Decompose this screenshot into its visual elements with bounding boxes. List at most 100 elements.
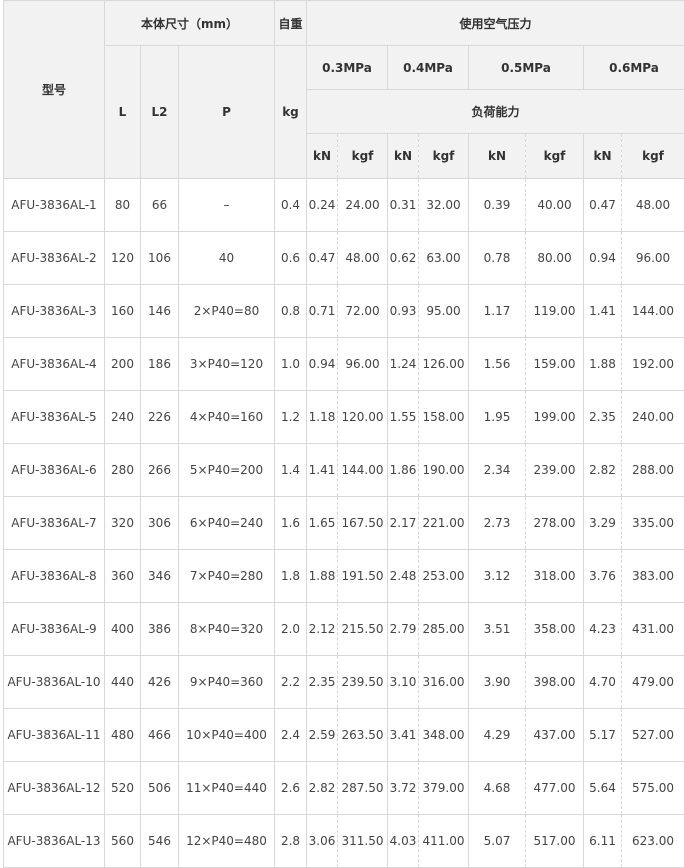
P-cell: 40 bbox=[179, 232, 275, 285]
load-kN-cell: 3.06 bbox=[307, 815, 338, 868]
L-cell: 200 bbox=[105, 338, 141, 391]
weight-cell: 1.0 bbox=[275, 338, 307, 391]
load-kN-cell: 2.35 bbox=[584, 391, 622, 444]
load-kgf-cell: 411.00 bbox=[419, 815, 469, 868]
spec-table: 型号 本体尺寸（mm） 自重 使用空气压力 L L2 P kg 0.3MPa 0… bbox=[3, 0, 684, 868]
load-kN-cell: 1.95 bbox=[469, 391, 526, 444]
header-unit-kgf: kgf bbox=[526, 134, 584, 179]
table-row: AFU-3836AL-94003868×P40=3202.02.12215.50… bbox=[4, 603, 684, 656]
load-kN-cell: 1.55 bbox=[388, 391, 419, 444]
L2-cell: 306 bbox=[141, 497, 179, 550]
P-cell: 9×P40=360 bbox=[179, 656, 275, 709]
header-pressure-0: 0.3MPa bbox=[307, 46, 388, 90]
load-kN-cell: 4.23 bbox=[584, 603, 622, 656]
load-kgf-cell: 253.00 bbox=[419, 550, 469, 603]
weight-cell: 1.6 bbox=[275, 497, 307, 550]
load-kN-cell: 3.72 bbox=[388, 762, 419, 815]
load-kgf-cell: 240.00 bbox=[622, 391, 684, 444]
load-kgf-cell: 167.50 bbox=[338, 497, 388, 550]
model-cell: AFU-3836AL-3 bbox=[4, 285, 105, 338]
load-kgf-cell: 239.00 bbox=[526, 444, 584, 497]
header-air-pressure: 使用空气压力 bbox=[307, 1, 684, 46]
P-cell: 11×P40=440 bbox=[179, 762, 275, 815]
load-kN-cell: 1.65 bbox=[307, 497, 338, 550]
load-kN-cell: 0.24 bbox=[307, 179, 338, 232]
L2-cell: 106 bbox=[141, 232, 179, 285]
load-kN-cell: 1.24 bbox=[388, 338, 419, 391]
L-cell: 240 bbox=[105, 391, 141, 444]
load-kgf-cell: 191.50 bbox=[338, 550, 388, 603]
L-cell: 120 bbox=[105, 232, 141, 285]
load-kgf-cell: 48.00 bbox=[338, 232, 388, 285]
load-kgf-cell: 335.00 bbox=[622, 497, 684, 550]
load-kN-cell: 1.88 bbox=[584, 338, 622, 391]
weight-cell: 2.0 bbox=[275, 603, 307, 656]
load-kN-cell: 3.90 bbox=[469, 656, 526, 709]
L2-cell: 546 bbox=[141, 815, 179, 868]
load-kN-cell: 3.29 bbox=[584, 497, 622, 550]
load-kN-cell: 1.88 bbox=[307, 550, 338, 603]
weight-cell: 2.6 bbox=[275, 762, 307, 815]
weight-cell: 0.6 bbox=[275, 232, 307, 285]
load-kgf-cell: 120.00 bbox=[338, 391, 388, 444]
load-kgf-cell: 527.00 bbox=[622, 709, 684, 762]
table-row: AFU-3836AL-1356054612×P40=4802.83.06311.… bbox=[4, 815, 684, 868]
load-kgf-cell: 144.00 bbox=[338, 444, 388, 497]
header-pressure-1: 0.4MPa bbox=[388, 46, 469, 90]
header-body-size: 本体尺寸（mm） bbox=[105, 1, 275, 46]
load-kN-cell: 3.41 bbox=[388, 709, 419, 762]
header-unit-kN: kN bbox=[388, 134, 419, 179]
load-kN-cell: 1.17 bbox=[469, 285, 526, 338]
L2-cell: 386 bbox=[141, 603, 179, 656]
load-kgf-cell: 278.00 bbox=[526, 497, 584, 550]
load-kgf-cell: 398.00 bbox=[526, 656, 584, 709]
load-kgf-cell: 348.00 bbox=[419, 709, 469, 762]
weight-cell: 1.4 bbox=[275, 444, 307, 497]
load-kgf-cell: 199.00 bbox=[526, 391, 584, 444]
load-kgf-cell: 623.00 bbox=[622, 815, 684, 868]
load-kgf-cell: 96.00 bbox=[338, 338, 388, 391]
load-kN-cell: 2.12 bbox=[307, 603, 338, 656]
header-row-2: L L2 P kg 0.3MPa 0.4MPa 0.5MPa 0.6MPa bbox=[4, 46, 684, 90]
L2-cell: 346 bbox=[141, 550, 179, 603]
header-pressure-2: 0.5MPa bbox=[469, 46, 584, 90]
header-unit-kN: kN bbox=[469, 134, 526, 179]
load-kN-cell: 4.70 bbox=[584, 656, 622, 709]
load-kN-cell: 2.82 bbox=[584, 444, 622, 497]
load-kgf-cell: 119.00 bbox=[526, 285, 584, 338]
L2-cell: 506 bbox=[141, 762, 179, 815]
load-kgf-cell: 479.00 bbox=[622, 656, 684, 709]
load-kgf-cell: 431.00 bbox=[622, 603, 684, 656]
load-kgf-cell: 63.00 bbox=[419, 232, 469, 285]
load-kgf-cell: 126.00 bbox=[419, 338, 469, 391]
header-unit-kN: kN bbox=[307, 134, 338, 179]
load-kgf-cell: 358.00 bbox=[526, 603, 584, 656]
header-L: L bbox=[105, 46, 141, 179]
table-row: AFU-3836AL-83603467×P40=2801.81.88191.50… bbox=[4, 550, 684, 603]
header-unit-kgf: kgf bbox=[622, 134, 684, 179]
header-unit-kN: kN bbox=[584, 134, 622, 179]
load-kN-cell: 2.34 bbox=[469, 444, 526, 497]
load-kN-cell: 2.48 bbox=[388, 550, 419, 603]
load-kN-cell: 0.78 bbox=[469, 232, 526, 285]
load-kN-cell: 0.94 bbox=[584, 232, 622, 285]
header-unit-kgf: kgf bbox=[338, 134, 388, 179]
load-kN-cell: 1.86 bbox=[388, 444, 419, 497]
header-model: 型号 bbox=[4, 1, 105, 179]
load-kN-cell: 1.41 bbox=[584, 285, 622, 338]
weight-cell: 2.4 bbox=[275, 709, 307, 762]
header-row-1: 型号 本体尺寸（mm） 自重 使用空气压力 bbox=[4, 1, 684, 46]
header-unit-kgf: kgf bbox=[419, 134, 469, 179]
load-kgf-cell: 318.00 bbox=[526, 550, 584, 603]
L-cell: 320 bbox=[105, 497, 141, 550]
model-cell: AFU-3836AL-13 bbox=[4, 815, 105, 868]
load-kN-cell: 0.71 bbox=[307, 285, 338, 338]
model-cell: AFU-3836AL-7 bbox=[4, 497, 105, 550]
model-cell: AFU-3836AL-9 bbox=[4, 603, 105, 656]
L-cell: 520 bbox=[105, 762, 141, 815]
P-cell: 8×P40=320 bbox=[179, 603, 275, 656]
load-kgf-cell: 288.00 bbox=[622, 444, 684, 497]
load-kgf-cell: 287.50 bbox=[338, 762, 388, 815]
table-row: AFU-3836AL-1148046610×P40=4002.42.59263.… bbox=[4, 709, 684, 762]
weight-cell: 1.2 bbox=[275, 391, 307, 444]
